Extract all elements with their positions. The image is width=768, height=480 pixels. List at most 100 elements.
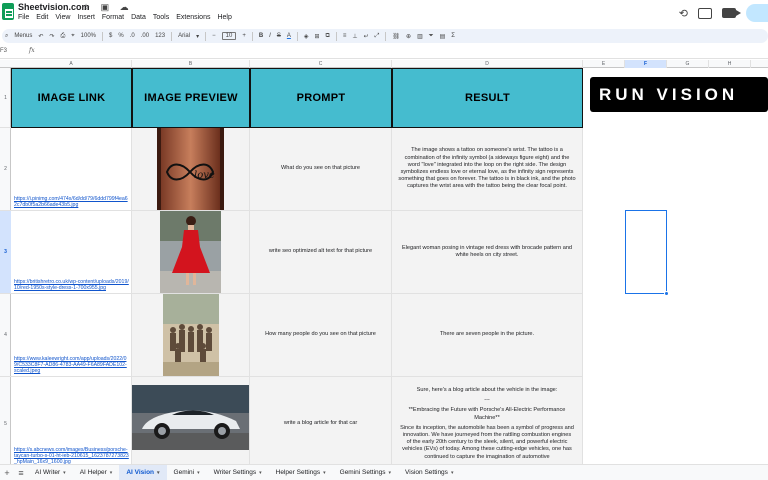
prompt-cell[interactable]: What do you see on that picture (250, 128, 392, 211)
menu-help[interactable]: Help (217, 14, 231, 21)
fill-handle[interactable] (664, 291, 669, 296)
paint-format-icon[interactable]: ⌖ (71, 33, 74, 40)
bold-button[interactable]: B (259, 33, 263, 39)
link-cell[interactable]: https://britishretro.co.uk/wp-content/up… (11, 211, 132, 294)
document-title[interactable]: Sheetvision.com (18, 2, 90, 12)
result-cell[interactable]: Sure, here's a blog article about the ve… (392, 377, 583, 464)
column-header-a[interactable]: A (11, 60, 132, 68)
redo-icon[interactable]: ↷ (49, 33, 54, 40)
comment-insert-icon[interactable]: ⊕ (406, 33, 411, 40)
align-horizontal-icon[interactable]: ≡ (343, 33, 347, 39)
selected-cell[interactable] (625, 210, 669, 296)
text-wrap-icon[interactable]: ↵ (364, 33, 369, 40)
menu-extensions[interactable]: Extensions (176, 14, 210, 21)
video-icon[interactable] (722, 8, 741, 18)
menu-view[interactable]: View (55, 14, 70, 21)
column-header-f[interactable]: F (625, 60, 667, 68)
menu-edit[interactable]: Edit (36, 14, 48, 21)
image-link[interactable]: https://www.kaleewright.com/app/uploads/… (14, 356, 129, 374)
chart-icon[interactable]: ▥ (417, 33, 423, 40)
menu-format[interactable]: Format (102, 14, 124, 21)
link-cell[interactable]: https://s.abcnews.com/images/Business/po… (11, 377, 132, 464)
sheet-tab-vision-settings[interactable]: Vision Settings ▾ (398, 465, 460, 480)
font-dropdown-icon[interactable]: ▾ (196, 33, 199, 40)
image-preview-cell[interactable]: love (132, 128, 250, 211)
result-cell[interactable]: The image shows a tattoo on someone's wr… (392, 128, 583, 211)
header-prompt[interactable]: PROMPT (250, 68, 392, 128)
search-icon[interactable]: ⌕ (5, 33, 8, 40)
image-link[interactable]: https://britishretro.co.uk/wp-content/up… (14, 279, 129, 291)
column-header-b[interactable]: B (132, 60, 250, 68)
prompt-cell[interactable]: write a blog article for that car (250, 377, 392, 464)
header-image-link[interactable]: IMAGE LINK (11, 68, 132, 128)
currency-button[interactable]: $ (109, 33, 112, 39)
image-preview-cell[interactable] (132, 294, 250, 377)
menu-tools[interactable]: Tools (153, 14, 169, 21)
row-header-2[interactable]: 2 (0, 128, 11, 211)
zoom-select[interactable]: 100% (81, 33, 96, 39)
image-preview-cell[interactable] (132, 377, 250, 464)
menus-search[interactable]: Menus (14, 33, 32, 39)
link-cell[interactable]: https://i.pinimg.com/474x/6d/dd/79/6ddd7… (11, 128, 132, 211)
title-icons[interactable]: ☆ ▣ ☁ (82, 2, 133, 13)
row-header-5[interactable]: 5 (0, 377, 11, 464)
column-header-g[interactable]: G (667, 60, 709, 68)
font-size-input[interactable]: 10 (221, 32, 237, 40)
align-vertical-icon[interactable]: ⊥ (352, 33, 357, 40)
image-link[interactable]: https://s.abcnews.com/images/Business/po… (14, 447, 129, 464)
filter-views-icon[interactable]: ▤ (440, 33, 446, 40)
column-header-d[interactable]: D (392, 60, 583, 68)
name-box[interactable]: F3 (0, 48, 7, 54)
image-link[interactable]: https://i.pinimg.com/474x/6d/dd/79/6ddd7… (14, 196, 129, 208)
image-preview-cell[interactable] (132, 211, 250, 294)
sheet-tab-ai-writer[interactable]: AI Writer ▾ (28, 465, 73, 480)
strikethrough-button[interactable]: S (277, 33, 281, 39)
prompt-cell[interactable]: write seo optimized alt text for that pi… (250, 211, 392, 294)
font-select[interactable]: Arial (178, 33, 190, 39)
column-header-c[interactable]: C (250, 60, 392, 68)
text-rotation-icon[interactable]: ⤢ (375, 33, 380, 40)
result-cell[interactable]: There are seven people in the picture. (392, 294, 583, 377)
link-cell[interactable]: https://www.kaleewright.com/app/uploads/… (11, 294, 132, 377)
italic-button[interactable]: I (269, 33, 271, 39)
print-icon[interactable]: ⎙ (60, 33, 65, 40)
menu-file[interactable]: File (18, 14, 29, 21)
sheet-tab-ai-vision[interactable]: AI Vision ▾ (119, 464, 167, 480)
all-sheets-icon[interactable]: ≡ (14, 468, 28, 478)
header-result[interactable]: RESULT (392, 68, 583, 128)
borders-icon[interactable]: ⊞ (315, 33, 320, 40)
row-header-3[interactable]: 3 (0, 211, 11, 294)
sheet-tab-writer-settings[interactable]: Writer Settings ▾ (207, 465, 269, 480)
header-image-preview[interactable]: IMAGE PREVIEW (132, 68, 250, 128)
column-header-h[interactable]: H (709, 60, 751, 68)
result-cell[interactable]: Elegant woman posing in vintage red dres… (392, 211, 583, 294)
sheet-tab-ai-helper[interactable]: AI Helper ▾ (73, 465, 120, 480)
fill-color-icon[interactable]: ◈ (304, 33, 309, 40)
increase-decimal-button[interactable]: .00 (141, 33, 149, 39)
comment-icon[interactable] (698, 7, 712, 19)
sheet-tab-gemini[interactable]: Gemini ▾ (167, 465, 207, 480)
merge-cells-icon[interactable]: ⧉ (326, 33, 330, 40)
decrease-decimal-button[interactable]: .0 (130, 33, 135, 39)
history-icon[interactable]: ⟲ (679, 7, 688, 20)
filter-icon[interactable]: ⏷ (429, 33, 434, 40)
row-header-1[interactable]: 1 (0, 68, 11, 128)
menu-data[interactable]: Data (131, 14, 146, 21)
run-vision-button[interactable]: RUN VISION (590, 77, 768, 112)
sheets-logo-icon[interactable] (2, 3, 14, 20)
number-format-button[interactable]: 123 (155, 33, 165, 39)
sheet-tab-helper-settings[interactable]: Helper Settings ▾ (269, 465, 333, 480)
add-sheet-icon[interactable]: + (0, 468, 14, 478)
percent-button[interactable]: % (118, 33, 123, 39)
prompt-cell[interactable]: How many people do you see on that pictu… (250, 294, 392, 377)
font-size-increase-button[interactable]: + (242, 33, 246, 39)
sheet-tab-gemini-settings[interactable]: Gemini Settings ▾ (333, 465, 398, 480)
functions-icon[interactable]: Σ (451, 33, 455, 39)
link-icon[interactable]: ⛓ (392, 33, 400, 40)
row-header-4[interactable]: 4 (0, 294, 11, 377)
share-icon[interactable] (746, 4, 768, 22)
column-header-e[interactable]: E (583, 60, 625, 68)
font-size-decrease-button[interactable]: − (212, 33, 216, 39)
menu-insert[interactable]: Insert (77, 14, 95, 21)
undo-icon[interactable]: ↶ (38, 33, 43, 40)
